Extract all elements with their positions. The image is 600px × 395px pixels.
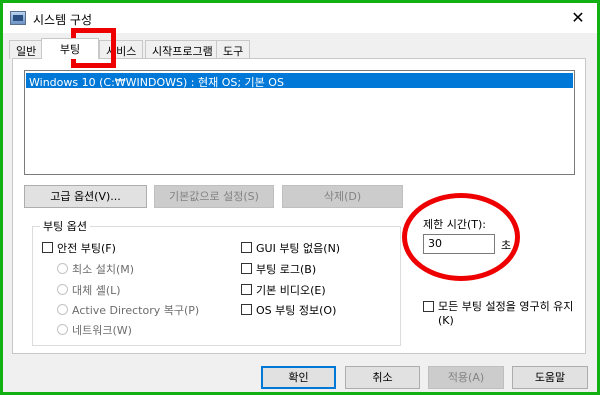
boot-log-label: 부팅 로그(B)	[256, 263, 317, 276]
alternate-shell-radio[interactable]	[57, 284, 68, 295]
os-boot-info-checkbox[interactable]	[241, 304, 252, 315]
tab-general[interactable]: 일반	[9, 40, 44, 59]
tab-tools[interactable]: 도구	[216, 40, 251, 59]
safe-boot-checkbox[interactable]	[42, 242, 53, 253]
no-gui-boot-checkbox[interactable]	[241, 242, 252, 253]
system-config-icon	[10, 11, 26, 25]
network-radio[interactable]	[57, 324, 68, 335]
highlight-ellipse	[402, 193, 520, 281]
set-default-button[interactable]: 기본값으로 설정(S)	[154, 185, 274, 208]
alternate-shell-label: 대체 셸(L)	[72, 284, 121, 297]
help-button[interactable]: 도움말	[512, 366, 588, 389]
os-boot-info-label: OS 부팅 정보(O)	[256, 304, 337, 317]
tab-startup[interactable]: 시작프로그램	[145, 40, 220, 59]
base-video-checkbox[interactable]	[241, 284, 252, 295]
ad-repair-label: Active Directory 복구(P)	[72, 304, 200, 317]
make-permanent-label-hotkey: (K)	[438, 314, 454, 327]
cancel-button[interactable]: 취소	[345, 366, 420, 389]
apply-button[interactable]: 적용(A)	[428, 366, 504, 389]
advanced-options-button[interactable]: 고급 옵션(V)...	[24, 185, 147, 208]
network-label: 네트워크(W)	[72, 324, 132, 337]
window-title: 시스템 구성	[33, 13, 93, 27]
boot-options-title: 부팅 옵션	[40, 218, 90, 234]
no-gui-boot-label: GUI 부팅 없음(N)	[256, 242, 341, 255]
make-permanent-label: 모든 부팅 설정을 영구히 유지	[438, 300, 574, 313]
tab-boot[interactable]: 부팅	[41, 38, 99, 59]
minimal-label: 최소 설치(M)	[72, 263, 135, 276]
base-video-label: 기본 비디오(E)	[256, 284, 326, 297]
os-list[interactable]: Windows 10 (C:₩WINDOWS) : 현재 OS; 기본 OS	[24, 70, 575, 175]
safe-boot-label: 안전 부팅(F)	[57, 242, 116, 255]
ad-repair-radio[interactable]	[57, 304, 68, 315]
minimal-radio[interactable]	[57, 263, 68, 274]
make-permanent-checkbox[interactable]	[423, 301, 434, 312]
ok-button[interactable]: 확인	[261, 366, 336, 389]
boot-log-checkbox[interactable]	[241, 263, 252, 274]
delete-button[interactable]: 삭제(D)	[282, 185, 403, 208]
close-icon[interactable]: ✕	[567, 7, 589, 29]
os-list-item[interactable]: Windows 10 (C:₩WINDOWS) : 현재 OS; 기본 OS	[26, 73, 573, 89]
